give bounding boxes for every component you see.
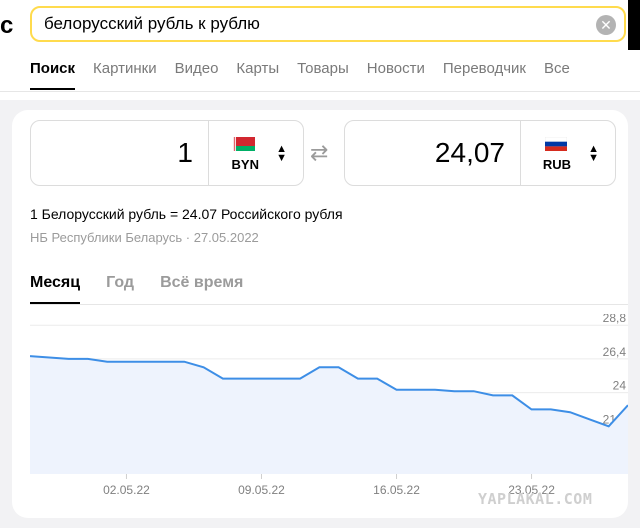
russia-flag-icon — [545, 137, 567, 151]
box-separator — [208, 121, 209, 185]
tab-1[interactable]: Картинки — [93, 60, 157, 90]
header: с ✕ Поиск Картинки Видео Карты Товары Новости… — [0, 0, 640, 100]
tab-5[interactable]: Новости — [367, 60, 425, 90]
swap-icon[interactable]: ⇄ — [310, 140, 328, 166]
belarus-flag-icon — [233, 137, 255, 151]
x-tick-label: 16.05.22 — [373, 483, 420, 497]
logo[interactable]: с — [0, 12, 13, 40]
currency-converter-card: 1 BYN ▲ ▼ ⇄ 24,07 RUB ▲ ▼ 1 Белорусский ру… — [12, 110, 628, 518]
y-tick-label: 28,8 — [603, 314, 627, 325]
exchange-rate-text: 1 Белорусский рубль = 24.07 Российского … — [30, 206, 343, 222]
period-tab-1[interactable]: Год — [106, 274, 134, 304]
header-divider — [0, 91, 640, 92]
box-separator — [520, 121, 521, 185]
x-tick-label: 02.05.22 — [103, 483, 150, 497]
tab-2[interactable]: Видео — [175, 60, 219, 90]
select-arrows-icon[interactable]: ▲ ▼ — [588, 144, 599, 164]
x-tick-label: 09.05.22 — [238, 483, 285, 497]
page-edge — [628, 0, 640, 50]
period-tabs: Месяц Год Всё время — [30, 274, 243, 304]
tab-7[interactable]: Все — [544, 60, 570, 90]
clear-icon[interactable]: ✕ — [596, 15, 616, 35]
to-currency-code[interactable]: RUB — [543, 157, 571, 172]
period-tabs-divider — [30, 304, 628, 305]
to-amount[interactable]: 24,07 — [435, 137, 505, 169]
period-tab-0[interactable]: Месяц — [30, 274, 81, 304]
rate-source: НБ Республики Беларусь · 27.05.2022 — [30, 230, 259, 245]
tab-0[interactable]: Поиск — [30, 60, 76, 90]
search-tabs: Поиск Картинки Видео Карты Товары Новости Пере… — [30, 60, 570, 90]
select-arrows-icon[interactable]: ▲ ▼ — [276, 144, 287, 164]
tab-6[interactable]: Переводчик — [443, 60, 526, 90]
to-currency-box[interactable]: 24,07 RUB ▲ ▼ — [344, 120, 616, 186]
from-currency-code[interactable]: BYN — [232, 157, 259, 172]
y-tick-label: 24 — [613, 379, 627, 393]
tab-4[interactable]: Товары — [297, 60, 349, 90]
y-tick-label: 26,4 — [603, 345, 627, 359]
search-input[interactable] — [44, 8, 584, 40]
period-tab-2[interactable]: Всё время — [160, 274, 243, 304]
series-area — [30, 356, 628, 474]
from-currency-box[interactable]: 1 BYN ▲ ▼ — [30, 120, 304, 186]
from-amount[interactable]: 1 — [177, 137, 193, 169]
rate-chart: 28,826,42421,619,202.05.2209.05.2216.05.… — [30, 314, 628, 497]
watermark: YAPLAKAL.COM — [478, 490, 593, 508]
search-bar: ✕ — [30, 6, 626, 42]
tab-3[interactable]: Карты — [236, 60, 279, 90]
